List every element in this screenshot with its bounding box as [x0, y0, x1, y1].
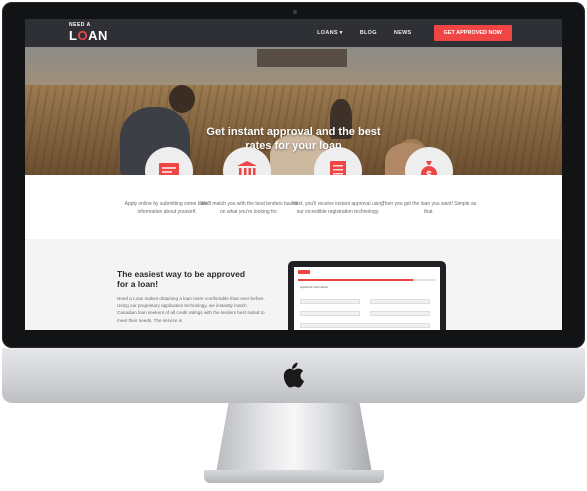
nav-item-blog[interactable]: BLOG	[360, 30, 377, 36]
site-logo[interactable]: NEED A LOAN	[69, 23, 108, 44]
preview-field	[300, 323, 430, 328]
hero-barn	[257, 49, 347, 67]
get-approved-button[interactable]: GET APPROVED NOW	[433, 25, 512, 41]
preview-progress-fill	[298, 279, 413, 281]
step-2: We'll match you with the best lenders ba…	[199, 175, 299, 216]
hero-title: Get instant approval and the best rates …	[206, 126, 381, 152]
top-nav: NEED A LOAN LOANS ▾ BLOG NEWS GET APPROV…	[25, 19, 562, 47]
steps-section: Apply online by submitting some basic in…	[25, 175, 562, 239]
step-3: Next, you'll receive instant approval us…	[288, 175, 388, 216]
preview-heading: Applicant Information	[300, 285, 329, 289]
step-3-text: Next, you'll receive instant approval us…	[292, 201, 384, 215]
hero-person-father-head	[169, 85, 195, 113]
application-preview-page: Applicant Information	[294, 267, 440, 330]
application-preview-monitor: Applicant Information	[288, 261, 446, 330]
step-2-text: We'll match you with the best lenders ba…	[200, 201, 298, 215]
monitor-stand-base	[204, 470, 384, 483]
preview-field	[300, 299, 360, 304]
apple-logo-icon	[283, 362, 304, 388]
nav-item-loans[interactable]: LOANS ▾	[317, 30, 343, 36]
step-4: Then you get the loan you want! Simple a…	[379, 175, 479, 216]
monitor-stand	[216, 403, 372, 473]
website-screen: NEED A LOAN LOANS ▾ BLOG NEWS GET APPROV…	[25, 19, 562, 330]
preview-field	[370, 299, 430, 304]
preview-field	[300, 311, 360, 316]
nav-item-news[interactable]: NEWS	[394, 30, 412, 36]
preview-logo	[298, 270, 310, 274]
about-body: Need a Loan makes obtaining a loan more …	[117, 296, 265, 323]
logo-big-text: LOAN	[69, 28, 108, 43]
preview-field	[370, 311, 430, 316]
step-4-text: Then you get the loan you want! Simple a…	[381, 201, 477, 215]
hero-section: Get instant approval and the best rates …	[25, 47, 562, 175]
about-section: The easiest way to be approved for a loa…	[25, 239, 562, 330]
nav-links: LOANS ▾ BLOG NEWS GET APPROVED NOW	[300, 19, 512, 47]
about-title: The easiest way to be approved for a loa…	[117, 269, 246, 289]
camera-icon	[293, 10, 297, 14]
